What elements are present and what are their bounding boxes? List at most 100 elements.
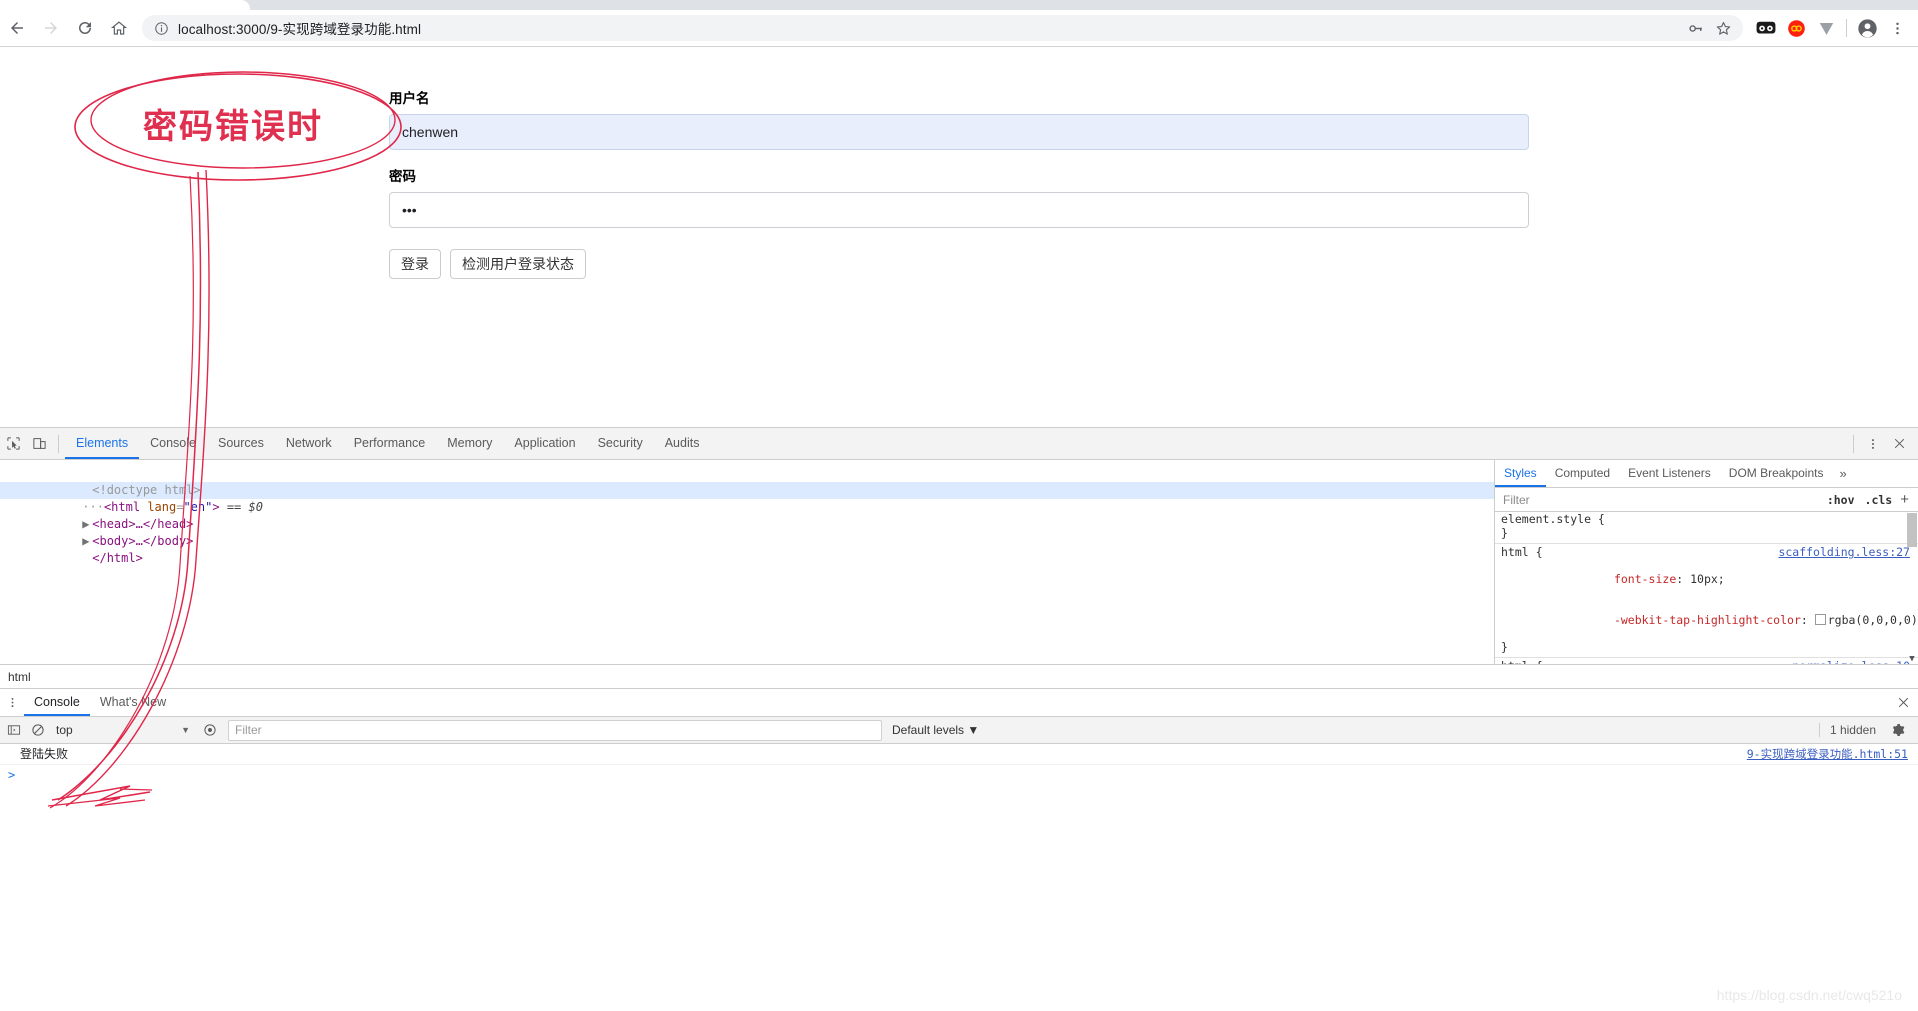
console-message-text: 登陆失败 [20, 747, 69, 761]
back-arrow-icon [11, 22, 23, 34]
console-context-selector[interactable]: top ▼ [50, 723, 198, 737]
live-expression-button[interactable] [198, 718, 222, 742]
device-toolbar-icon [32, 438, 46, 449]
new-style-rule-button[interactable]: + [1897, 491, 1915, 508]
rule-source[interactable]: scaffolding.less:27 [1778, 545, 1910, 560]
drawer-tab-console[interactable]: Console [24, 689, 90, 716]
tab-performance[interactable]: Performance [343, 428, 437, 459]
live-expression-icon [204, 724, 216, 736]
rule-close-brace: } [1501, 525, 1508, 540]
back-button[interactable] [0, 11, 34, 45]
tab-application[interactable]: Application [503, 428, 586, 459]
tab-elements[interactable]: Elements [65, 428, 140, 459]
gear-icon [1892, 724, 1905, 736]
devtools-close-icon [1894, 438, 1904, 449]
tab-console[interactable]: Console [139, 428, 207, 459]
profile-button[interactable] [1852, 13, 1882, 43]
clear-console-button[interactable] [26, 718, 50, 742]
tab-event-listeners[interactable]: Event Listeners [1619, 460, 1720, 487]
styles-overflow-button[interactable]: » [1832, 460, 1853, 487]
tab-sources[interactable]: Sources [207, 428, 275, 459]
forward-button[interactable] [34, 11, 68, 45]
styles-scrollbar[interactable]: ▲ ▼ [1907, 511, 1917, 664]
dom-tree-pane[interactable]: <!doctype html> ···<html lang="en"> == $… [0, 460, 1494, 664]
devtools-close-button[interactable] [1886, 431, 1912, 457]
console-levels-selector[interactable]: Default levels ▼ [892, 723, 979, 737]
breadcrumb-item-html[interactable]: html [0, 665, 39, 689]
username-input[interactable] [389, 114, 1529, 151]
declaration-value: rgba(0,0,0,0); [1827, 612, 1918, 627]
styles-filter-input[interactable] [1498, 489, 1822, 510]
active-tab[interactable] [0, 0, 250, 10]
drawer-tab-whats-new[interactable]: What's New [90, 689, 176, 716]
clear-console-icon [32, 724, 44, 736]
omnibox-icons [1681, 16, 1741, 40]
drawer-menu-icon [11, 698, 13, 707]
scrollbar-thumb[interactable] [1907, 513, 1917, 547]
devtools-toolbar: Elements Console Sources Network Perform… [0, 428, 1918, 460]
dom-line-doctype[interactable]: <!doctype html> [0, 465, 1494, 497]
declaration[interactable]: font-size: 10px; [1495, 560, 1918, 601]
v-extension-icon[interactable] [1811, 13, 1841, 43]
devtools-drawer: Console What's New top ▼ Filter Default … [0, 688, 1918, 1011]
site-info-button[interactable] [152, 19, 170, 37]
declaration[interactable]: -webkit-tap-highlight-color: rgba(0,0,0,… [1495, 600, 1918, 641]
inspect-element-button[interactable] [0, 431, 26, 457]
annotation-text: 密码错误时 [143, 107, 323, 147]
home-button[interactable] [102, 11, 136, 45]
check-login-status-button[interactable]: 检测用户登录状态 [450, 249, 586, 280]
panda-extension-icon[interactable] [1751, 13, 1781, 43]
address-bar[interactable]: localhost:3000/9-实现跨域登录功能.html [142, 15, 1743, 41]
scroll-down-arrow[interactable]: ▼ [1907, 654, 1917, 664]
password-input[interactable] [389, 192, 1529, 229]
login-button[interactable]: 登录 [389, 249, 441, 280]
console-settings-button[interactable] [1886, 718, 1910, 742]
reload-button[interactable] [68, 11, 102, 45]
drawer-menu-button[interactable] [0, 689, 24, 716]
tab-computed[interactable]: Computed [1546, 460, 1619, 487]
three-dot-menu-icon [1895, 22, 1899, 34]
console-message-source[interactable]: 9-实现跨域登录功能.html:51 [1747, 744, 1908, 764]
tab-memory[interactable]: Memory [436, 428, 503, 459]
browser-menu-button[interactable] [1882, 13, 1912, 43]
url-text: localhost:3000/9-实现跨域登录功能.html [178, 22, 422, 37]
infinity-extension-icon[interactable] [1781, 13, 1811, 43]
password-key-button[interactable] [1681, 16, 1709, 40]
cls-toggle[interactable]: .cls [1860, 493, 1898, 507]
close-icon [1898, 697, 1908, 708]
console-toolbar: top ▼ Default levels ▼ 1 hidden [0, 717, 1918, 744]
color-swatch[interactable] [1814, 613, 1826, 625]
dom-breadcrumb: html [0, 664, 1918, 689]
tab-dom-breakpoints[interactable]: DOM Breakpoints [1720, 460, 1833, 487]
dom-lang-value: "en" [183, 500, 213, 514]
console-sidebar-icon [7, 725, 21, 735]
inspect-element-icon [6, 437, 20, 450]
tab-security[interactable]: Security [587, 428, 654, 459]
console-message[interactable]: 登陆失败 9-实现跨域登录功能.html:51 [0, 744, 1918, 765]
toolbar-divider [1846, 19, 1847, 37]
console-filter-input[interactable] [228, 719, 882, 741]
devtools-body: <!doctype html> ···<html lang="en"> == $… [0, 460, 1918, 664]
style-rule[interactable]: html { scaffolding.less:27 font-size: 10… [1495, 544, 1918, 658]
style-rule[interactable]: element.style { } [1495, 511, 1918, 544]
tab-audits[interactable]: Audits [654, 428, 711, 459]
device-toolbar-button[interactable] [26, 431, 52, 457]
toolbar-separator [58, 434, 59, 453]
devtools-more-button[interactable] [1860, 431, 1886, 457]
dom-html-close-text: </html> [92, 551, 143, 565]
dom-selected-marker: == $0 [226, 500, 263, 514]
drawer-close-button[interactable] [1888, 689, 1918, 716]
bookmark-star-button[interactable] [1709, 16, 1737, 40]
tab-network[interactable]: Network [275, 428, 343, 459]
dom-line-html[interactable]: ···<html lang="en"> == $0 [0, 482, 1494, 514]
styles-tab-list: Styles Computed Event Listeners DOM Brea… [1495, 460, 1918, 488]
dom-line-body[interactable]: ▶ <body>…</body> [0, 516, 1494, 548]
tab-styles[interactable]: Styles [1495, 460, 1546, 487]
star-icon [1716, 21, 1730, 35]
console-input-prompt[interactable]: > [0, 765, 1918, 785]
hov-toggle[interactable]: :hov [1822, 493, 1860, 507]
browser-toolbar: localhost:3000/9-实现跨域登录功能.html [0, 10, 1918, 47]
dom-line-html-close[interactable]: </html> [0, 533, 1494, 565]
account-avatar-icon [1857, 18, 1877, 38]
console-sidebar-button[interactable] [2, 718, 26, 742]
